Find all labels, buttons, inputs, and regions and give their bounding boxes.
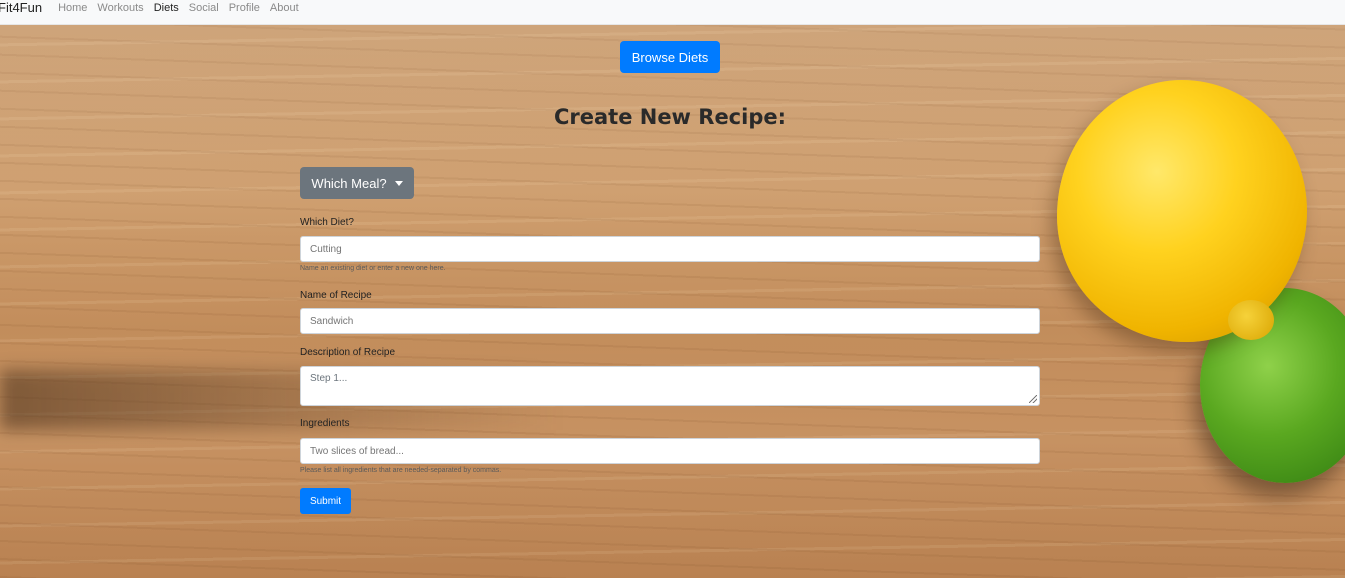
lemon-tip: [1228, 300, 1274, 340]
diet-help-text: Name an existing diet or enter a new one…: [300, 265, 446, 272]
which-meal-label: Which Meal?: [311, 175, 387, 191]
which-meal-dropdown[interactable]: Which Meal?: [300, 167, 414, 199]
recipe-name-label: Name of Recipe: [300, 290, 372, 301]
browse-diets-button[interactable]: Browse Diets: [620, 41, 720, 73]
nav-about[interactable]: About: [270, 0, 299, 16]
diet-input[interactable]: [300, 236, 1040, 262]
description-label: Description of Recipe: [300, 347, 396, 358]
ingredients-help-text: Please list all ingredients that are nee…: [300, 467, 502, 474]
top-navbar: Fit4Fun Home Workouts Diets Social Profi…: [0, 0, 1345, 25]
ingredients-label: Ingredients: [300, 418, 350, 429]
submit-button[interactable]: Submit: [300, 488, 351, 514]
nav-home[interactable]: Home: [58, 0, 87, 16]
recipe-name-input[interactable]: [300, 308, 1040, 334]
nav-social[interactable]: Social: [189, 0, 219, 16]
brand-logo[interactable]: Fit4Fun: [0, 0, 42, 16]
nav-workouts[interactable]: Workouts: [97, 0, 143, 16]
resize-grip-icon[interactable]: [1029, 395, 1037, 403]
diet-label: Which Diet?: [300, 217, 354, 228]
ingredients-input[interactable]: [300, 438, 1040, 464]
page-title: Create New Recipe:: [553, 105, 787, 129]
nav-profile[interactable]: Profile: [229, 0, 260, 16]
description-placeholder: Step 1...: [310, 373, 348, 384]
caret-down-icon: [394, 180, 403, 186]
description-textarea[interactable]: Step 1...: [300, 366, 1040, 406]
nav-diets[interactable]: Diets: [154, 0, 179, 16]
